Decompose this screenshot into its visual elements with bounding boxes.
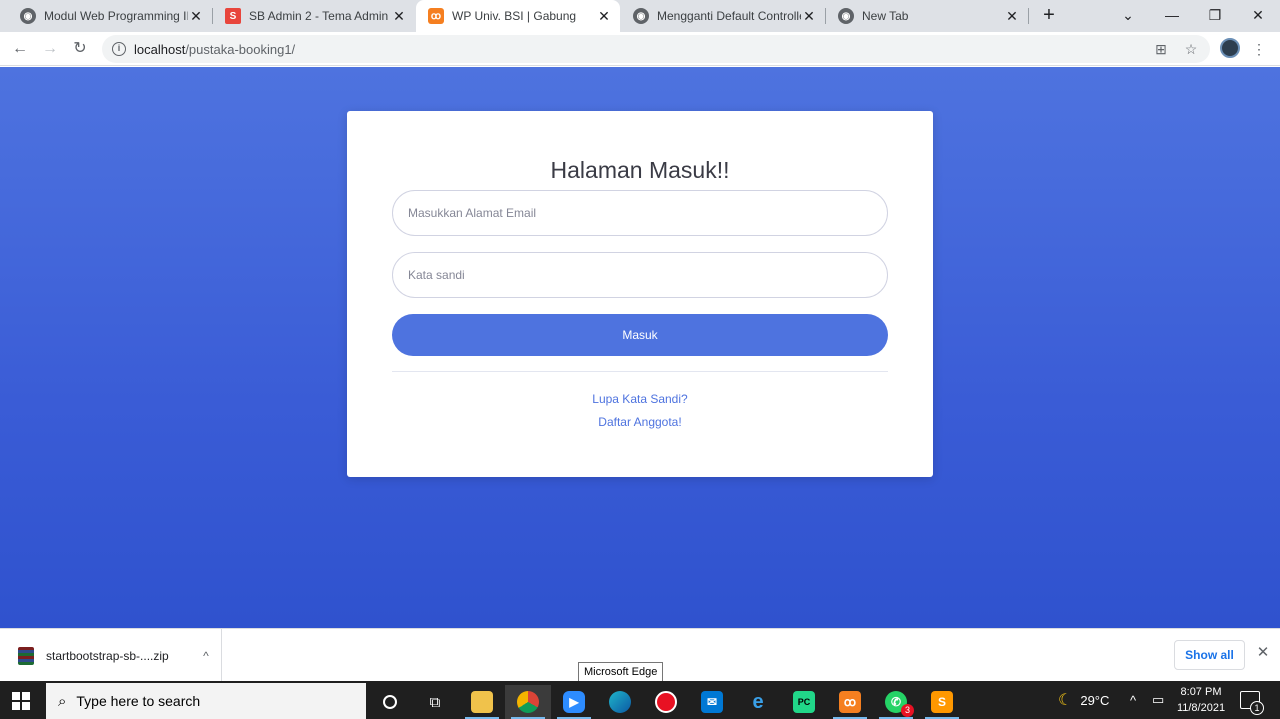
site-info-icon[interactable]: i (112, 42, 126, 56)
edge-icon[interactable] (597, 685, 643, 719)
weather-widget[interactable]: ☾ 29°C (1058, 681, 1109, 719)
email-field[interactable] (392, 190, 888, 236)
close-shelf-icon[interactable]: ✕ (1254, 644, 1272, 662)
chrome-icon[interactable] (505, 685, 551, 719)
tab-modul-web-programming[interactable]: ◉ Modul Web Programming II ✕ (8, 0, 212, 32)
weather-temperature: 29°C (1080, 692, 1110, 708)
sublime-text-icon[interactable]: S (919, 685, 965, 719)
task-view-icon[interactable]: ⧉ (412, 685, 458, 719)
moon-cloud-icon: ☾ (1058, 692, 1073, 709)
internet-explorer-icon[interactable]: e (735, 685, 781, 719)
tab-wp-univ-bsi[interactable]: ꝏ WP Univ. BSI | Gabung ✕ (416, 0, 620, 32)
login-card: Halaman Masuk!! Masuk Lupa Kata Sandi? D… (347, 111, 933, 477)
download-item[interactable]: startbootstrap-sb-....zip ^ (0, 629, 222, 682)
archive-file-icon (18, 646, 34, 665)
password-field[interactable] (392, 252, 888, 298)
tab-search-chevron-icon[interactable]: ⌄ (1106, 0, 1150, 32)
back-arrow-icon[interactable]: ← (8, 38, 32, 60)
tab-title: New Tab (862, 9, 909, 23)
whatsapp-badge: 3 (901, 704, 914, 717)
battery-icon[interactable]: ▭ (1152, 681, 1164, 719)
chrome-globe-icon: ◉ (838, 8, 854, 24)
window-close-icon[interactable]: ✕ (1236, 0, 1280, 32)
show-all-downloads-button[interactable]: Show all (1174, 640, 1245, 670)
url-host: localhost (134, 41, 186, 57)
translate-icon[interactable]: ⊞ (1152, 40, 1170, 58)
tab-close-icon[interactable]: ✕ (391, 8, 407, 25)
windows-start-icon[interactable] (12, 692, 30, 710)
login-submit-button[interactable]: Masuk (392, 314, 888, 356)
taskbar-tooltip: Microsoft Edge (578, 662, 664, 682)
clock-date: 11/8/2021 (1176, 702, 1226, 714)
chrome-globe-icon: ◉ (20, 8, 36, 24)
pycharm-icon[interactable]: PC (781, 685, 827, 719)
browser-toolbar: ← → ↻ i localhost/pustaka-booking1/ ⊞ ☆ … (0, 32, 1280, 66)
whatsapp-icon[interactable]: ✆ 3 (873, 685, 919, 719)
menu-kebab-icon[interactable]: ⋮ (1250, 40, 1268, 58)
forgot-password-link[interactable]: Lupa Kata Sandi? (347, 392, 933, 406)
chrome-globe-icon: ◉ (633, 8, 649, 24)
tab-mengganti-default[interactable]: ◉ Mengganti Default Controlle ✕ (621, 0, 825, 32)
notification-badge: 1 (1250, 701, 1264, 715)
tab-sb-admin[interactable]: S SB Admin 2 - Tema Admin Bo ✕ (213, 0, 415, 32)
tab-title: SB Admin 2 - Tema Admin Bo (249, 9, 391, 23)
system-clock[interactable]: 8:07 PM 11/8/2021 (1172, 684, 1230, 716)
register-link[interactable]: Daftar Anggota! (347, 415, 933, 429)
tab-strip: ◉ Modul Web Programming II ✕ S SB Admin … (0, 0, 1280, 32)
tab-title: Mengganti Default Controlle (657, 9, 801, 23)
chevron-up-icon[interactable]: ^ (191, 649, 221, 663)
sb-logo-icon: S (225, 8, 241, 24)
login-page-background: Halaman Masuk!! Masuk Lupa Kata Sandi? D… (0, 67, 1280, 628)
tab-title: Modul Web Programming II (44, 9, 188, 23)
clock-time: 8:07 PM (1180, 686, 1222, 698)
windows-taskbar: ⌕ Type here to search ⧉ ▶ ✉ e PC ꝏ ✆ 3 S … (0, 681, 1280, 719)
mail-icon[interactable]: ✉ (689, 685, 735, 719)
tab-separator (1028, 8, 1029, 24)
tab-new-tab[interactable]: ◉ New Tab ✕ (826, 0, 1028, 32)
tray-chevron-up-icon[interactable]: ^ (1130, 681, 1136, 719)
taskbar-search-placeholder: Type here to search (76, 693, 201, 709)
minimize-icon[interactable]: — (1150, 0, 1194, 32)
download-file-name: startbootstrap-sb-....zip (46, 648, 169, 663)
xampp-icon[interactable]: ꝏ (827, 685, 873, 719)
tab-close-icon[interactable]: ✕ (1004, 8, 1020, 25)
new-tab-plus-icon[interactable]: + (1038, 4, 1060, 26)
tab-close-icon[interactable]: ✕ (801, 8, 817, 25)
zoom-icon[interactable]: ▶ (551, 685, 597, 719)
xampp-icon: ꝏ (428, 8, 444, 24)
page-title: Halaman Masuk!! (550, 157, 730, 183)
tab-title: WP Univ. BSI | Gabung (452, 9, 577, 23)
screen-recorder-icon[interactable] (643, 685, 689, 719)
bookmark-star-icon[interactable]: ☆ (1182, 40, 1200, 58)
profile-avatar[interactable] (1220, 38, 1240, 58)
cortana-icon[interactable] (367, 685, 413, 719)
reload-icon[interactable]: ↻ (68, 38, 92, 60)
divider (392, 371, 888, 372)
forward-arrow-icon[interactable]: → (38, 38, 62, 60)
address-bar[interactable]: i localhost/pustaka-booking1/ (102, 35, 1210, 63)
url-path: /pustaka-booking1/ (185, 41, 296, 57)
search-icon: ⌕ (58, 692, 67, 710)
tab-close-icon[interactable]: ✕ (188, 8, 204, 25)
tab-close-icon[interactable]: ✕ (596, 8, 612, 25)
taskbar-search-box[interactable]: ⌕ Type here to search (46, 683, 366, 719)
file-explorer-icon[interactable] (459, 685, 505, 719)
restore-icon[interactable]: ❐ (1193, 0, 1237, 32)
